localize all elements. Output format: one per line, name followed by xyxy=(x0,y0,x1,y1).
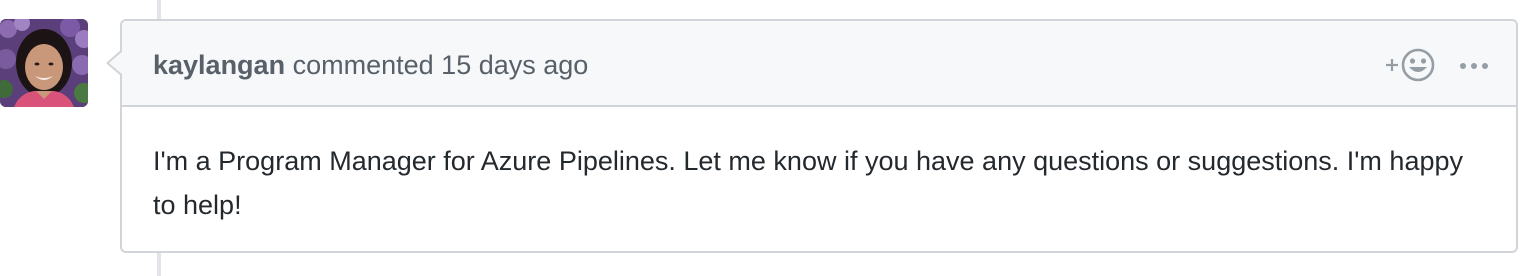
comment-body: I'm a Program Manager for Azure Pipeline… xyxy=(153,146,1463,220)
comment-box: kaylangan commented 15 days ago I'm a Pr… xyxy=(106,19,1518,253)
comment-author[interactable]: kaylangan xyxy=(153,50,285,80)
add-reaction-button[interactable] xyxy=(1384,47,1438,83)
comment-action: commented xyxy=(292,50,434,80)
avatar[interactable] xyxy=(0,19,88,107)
smiley-plus-icon xyxy=(1386,48,1435,82)
kebab-horizontal-icon xyxy=(1460,63,1488,69)
more-options-button[interactable] xyxy=(1456,51,1492,81)
comment-timestamp[interactable]: 15 days ago xyxy=(441,50,588,80)
comment-header: kaylangan commented 15 days ago xyxy=(122,21,1516,107)
comment-header-text: kaylangan commented 15 days ago xyxy=(153,49,588,81)
avatar-image xyxy=(0,19,88,107)
